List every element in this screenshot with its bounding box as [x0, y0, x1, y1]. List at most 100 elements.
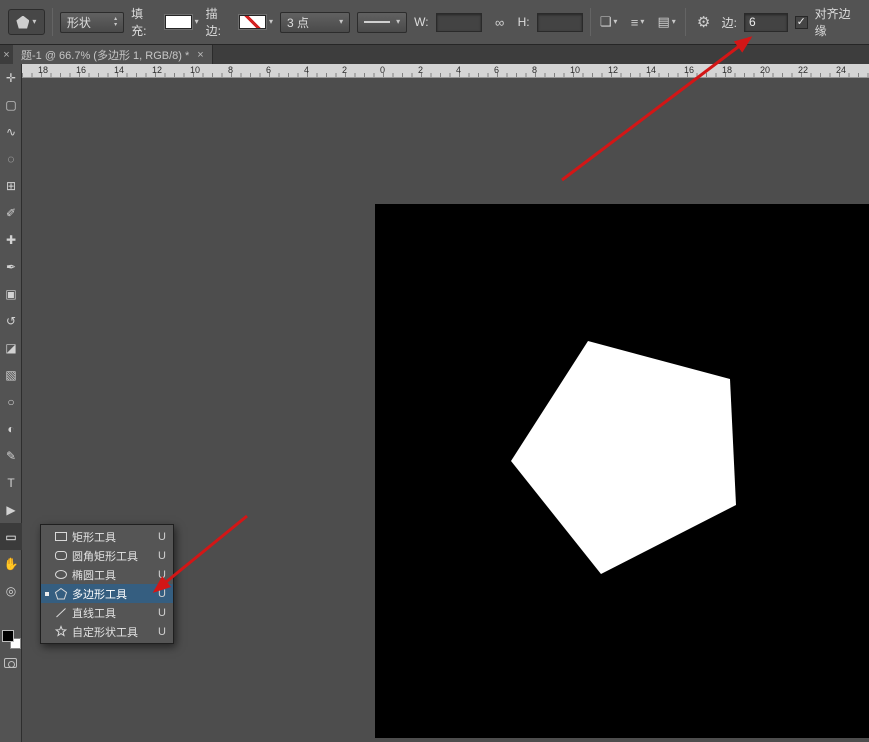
dropdown-arrow-icon: ▾	[339, 18, 343, 26]
menu-item-line-tool[interactable]: 直线工具 U	[41, 603, 173, 622]
menu-item-shortcut: U	[158, 626, 166, 638]
horizontal-ruler[interactable]: 18161412108642024681012141618202224	[22, 64, 869, 78]
path-alignment-button[interactable]: ≡▾	[627, 10, 649, 34]
spot-healing-brush-tool[interactable]: ✚	[0, 226, 22, 253]
check-icon: ✓	[797, 17, 806, 28]
link-dimensions-icon[interactable]: ∞	[489, 10, 511, 34]
pen-tool[interactable]: ✎	[0, 442, 22, 469]
sides-label: 边:	[722, 14, 737, 31]
ruler-tick-label: 8	[228, 65, 233, 75]
ruler-tick-label: 4	[456, 65, 461, 75]
stroke-no-color-swatch	[239, 15, 266, 29]
stroke-width-value: 3 点	[287, 14, 309, 31]
separator	[52, 8, 53, 36]
crop-tool[interactable]: ⊞	[0, 172, 22, 199]
blur-tool[interactable]: ○	[0, 388, 22, 415]
stroke-label: 描边:	[206, 5, 232, 39]
path-selection-tool[interactable]: ▶	[0, 496, 22, 523]
clone-stamp-tool[interactable]: ▣	[0, 280, 22, 307]
fill-swatch-button[interactable]: ▾	[165, 15, 199, 29]
history-brush-tool[interactable]: ↺	[0, 307, 22, 334]
separator	[685, 8, 686, 36]
move-tool[interactable]: ✛	[0, 64, 22, 91]
polygon-icon	[54, 587, 68, 600]
updown-arrows-icon: ▴▾	[114, 16, 117, 28]
rounded-rectangle-icon	[54, 549, 68, 562]
sides-input[interactable]	[744, 13, 788, 32]
width-input[interactable]	[436, 13, 482, 32]
menu-item-shortcut: U	[158, 569, 166, 581]
ruler-ticks	[22, 73, 869, 77]
menu-item-rectangle-tool[interactable]: 矩形工具 U	[41, 527, 173, 546]
path-arrangement-button[interactable]: ▤▾	[656, 10, 678, 34]
zoom-tool[interactable]: ◎	[0, 577, 22, 604]
tool-mode-value: 形状	[67, 14, 91, 31]
dropdown-arrow-icon: ▾	[672, 18, 676, 26]
gradient-tool[interactable]: ▧	[0, 361, 22, 388]
dropdown-arrow-icon: ▾	[269, 18, 273, 26]
ruler-tick-label: 6	[494, 65, 499, 75]
menu-item-custom-shape-tool[interactable]: 自定形状工具 U	[41, 622, 173, 641]
quick-selection-tool[interactable]: ◌	[0, 145, 22, 172]
tool-mode-dropdown[interactable]: 形状 ▴▾	[60, 12, 124, 33]
tab-bar-close-icon[interactable]: ×	[0, 45, 13, 64]
horizontal-type-tool[interactable]: T	[0, 469, 22, 496]
pentagon-shape	[511, 341, 736, 574]
shape-tool-flyout-menu: 矩形工具 U 圆角矩形工具 U 椭圆工具 U 多边形工具 U 直线工具 U 自定…	[40, 524, 174, 644]
stroke-style-dropdown[interactable]: ▾	[357, 12, 407, 33]
ruler-tick-label: 22	[798, 65, 808, 75]
dropdown-arrow-icon: ▾	[195, 18, 199, 26]
options-bar: ▾ 形状 ▴▾ 填充: ▾ 描边: ▾ 3 点 ▾ ▾ W: ∞ H: ❏▾ ≡…	[0, 0, 869, 45]
tools-panel-icons: ✛▢∿◌⊞✐✚✒▣↺◪▧○◐✎T▶▭✋◎	[0, 64, 21, 604]
dodge-tool[interactable]: ◐	[0, 415, 22, 442]
ruler-tick-label: 18	[38, 65, 48, 75]
tool-preset-picker[interactable]: ▾	[8, 9, 45, 35]
document-canvas[interactable]	[375, 204, 869, 738]
ellipse-icon	[54, 568, 68, 581]
menu-item-rounded-rectangle-tool[interactable]: 圆角矩形工具 U	[41, 546, 173, 565]
height-input[interactable]	[537, 13, 583, 32]
ruler-tick-label: 24	[836, 65, 846, 75]
eraser-tool[interactable]: ◪	[0, 334, 22, 361]
fill-label: 填充:	[131, 5, 157, 39]
ruler-tick-label: 2	[342, 65, 347, 75]
shape-tool[interactable]: ▭	[0, 523, 22, 550]
hand-tool[interactable]: ✋	[0, 550, 22, 577]
menu-item-label: 直线工具	[72, 605, 154, 621]
menu-item-shortcut: U	[158, 550, 166, 562]
quick-mask-icon[interactable]	[4, 658, 17, 668]
combine-shapes-button[interactable]: ❏▾	[598, 10, 620, 34]
active-indicator-slot	[43, 592, 50, 596]
ruler-tick-label: 18	[722, 65, 732, 75]
menu-item-label: 圆角矩形工具	[72, 548, 154, 564]
canvas-svg	[375, 204, 869, 738]
menu-item-label: 椭圆工具	[72, 567, 154, 583]
menu-item-ellipse-tool[interactable]: 椭圆工具 U	[41, 565, 173, 584]
solid-line-icon	[364, 21, 390, 23]
ruler-tick-label: 0	[380, 65, 385, 75]
geometry-options-gear-icon[interactable]: ⚙	[693, 10, 715, 34]
stroke-width-dropdown[interactable]: 3 点 ▾	[280, 12, 350, 33]
ruler-tick-label: 14	[114, 65, 124, 75]
active-tool-dot	[45, 592, 49, 596]
tab-close-icon[interactable]: ×	[197, 49, 203, 61]
color-swatches[interactable]	[2, 630, 21, 649]
menu-item-label: 自定形状工具	[72, 624, 154, 640]
lasso-tool[interactable]: ∿	[0, 118, 22, 145]
document-tab[interactable]: 题-1 @ 66.7% (多边形 1, RGB/8) * ×	[13, 45, 213, 64]
ruler-tick-label: 14	[646, 65, 656, 75]
width-label: W:	[414, 15, 428, 29]
eyedropper-tool[interactable]: ✐	[0, 199, 22, 226]
rectangular-marquee-tool[interactable]: ▢	[0, 91, 22, 118]
dropdown-arrow-icon: ▾	[640, 18, 644, 26]
align-edges-checkbox[interactable]: ✓	[795, 16, 808, 29]
stroke-swatch-button[interactable]: ▾	[239, 15, 273, 29]
ruler-tick-label: 8	[532, 65, 537, 75]
ruler-tick-label: 12	[608, 65, 618, 75]
brush-tool[interactable]: ✒	[0, 253, 22, 280]
fill-color-swatch	[165, 15, 192, 29]
foreground-color-swatch[interactable]	[2, 630, 14, 642]
align-edges-label: 对齐边缘	[815, 5, 861, 39]
menu-item-polygon-tool[interactable]: 多边形工具 U	[41, 584, 173, 603]
ruler-tick-label: 6	[266, 65, 271, 75]
